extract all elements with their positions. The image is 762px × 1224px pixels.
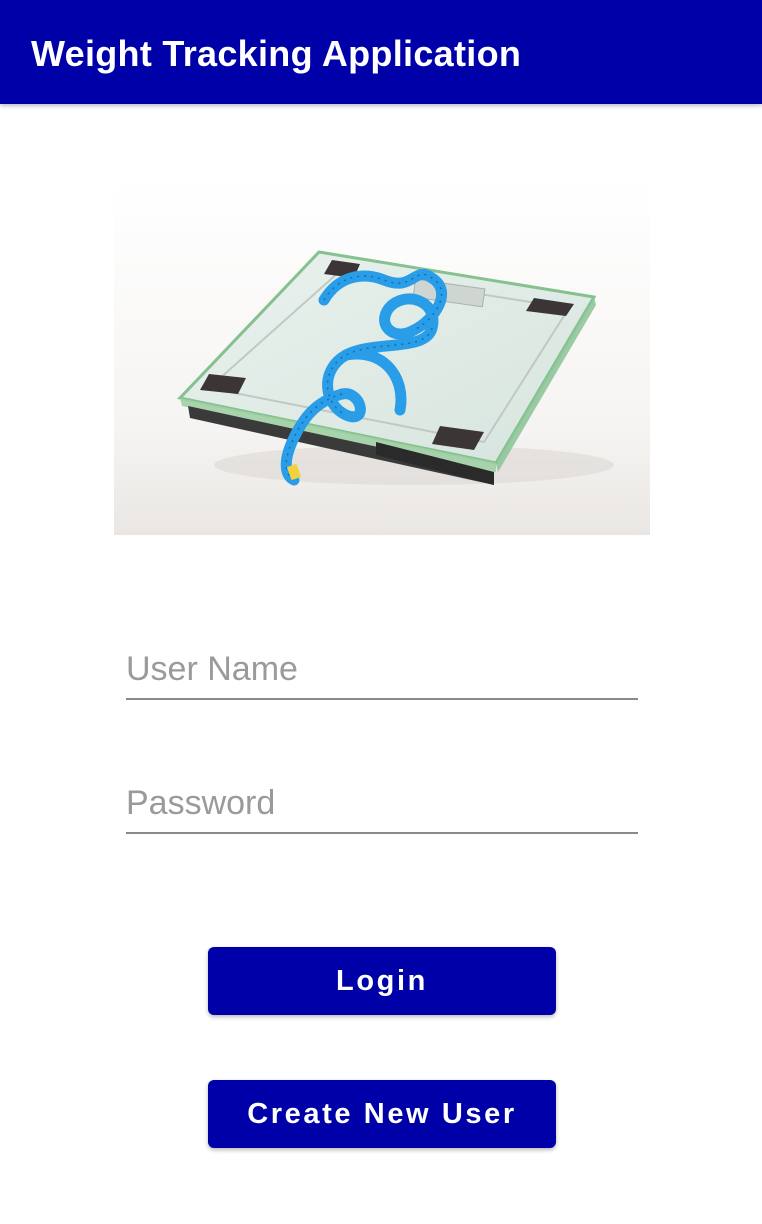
password-input[interactable]	[126, 774, 638, 834]
username-input[interactable]	[126, 640, 638, 700]
app-title: Weight Tracking Application	[31, 33, 522, 74]
login-button[interactable]: Login	[208, 947, 556, 1015]
app-bar: Weight Tracking Application	[0, 0, 762, 104]
create-new-user-button[interactable]: Create New User	[208, 1080, 556, 1148]
scale-with-measuring-tape-image	[114, 180, 650, 535]
